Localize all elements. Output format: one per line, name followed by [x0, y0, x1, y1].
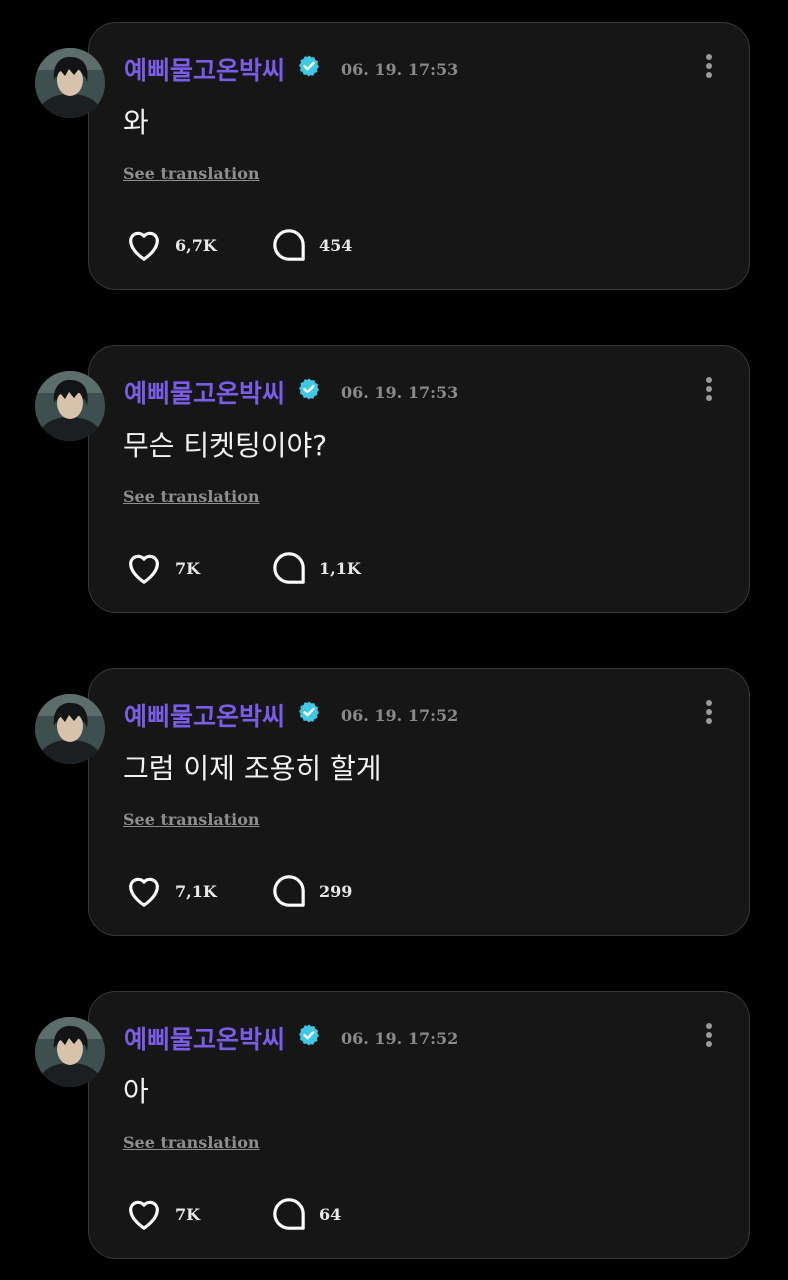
post-item: 예삐물고온박씨 06. 19. 17:53 무슨 티켓팅이야? See tran…	[0, 345, 788, 615]
like-button[interactable]: 6,7K	[123, 223, 217, 267]
heart-icon	[129, 1200, 159, 1230]
more-vertical-icon[interactable]	[699, 697, 719, 727]
post-item: 예삐물고온박씨 06. 19. 17:53 와 See translation …	[0, 22, 788, 292]
message-text: 아	[123, 1075, 149, 1108]
like-count: 7,1K	[175, 881, 217, 901]
verified-badge-icon	[299, 55, 319, 77]
post-card[interactable]: 예삐물고온박씨 06. 19. 17:53 무슨 티켓팅이야? See tran…	[88, 345, 750, 613]
verified-badge-icon	[299, 378, 319, 400]
avatar[interactable]	[35, 48, 105, 118]
more-vertical-icon[interactable]	[699, 374, 719, 404]
avatar[interactable]	[35, 1017, 105, 1087]
post-item: 예삐물고온박씨 06. 19. 17:52 아 See translation …	[0, 991, 788, 1261]
post-card[interactable]: 예삐물고온박씨 06. 19. 17:52 그럼 이제 조용히 할게 See t…	[88, 668, 750, 936]
reply-count: 1,1K	[319, 558, 361, 578]
comment-bubble-icon	[273, 875, 305, 907]
heart-icon	[129, 554, 159, 584]
message-text: 와	[123, 106, 149, 139]
like-count: 6,7K	[175, 235, 217, 255]
like-button[interactable]: 7K	[123, 1192, 200, 1236]
username[interactable]: 예삐물고온박씨	[124, 51, 285, 87]
username[interactable]: 예삐물고온박씨	[124, 374, 285, 410]
like-count: 7K	[175, 558, 201, 578]
reply-button[interactable]: 64	[269, 1192, 341, 1236]
comment-bubble-icon	[273, 229, 305, 261]
username[interactable]: 예삐물고온박씨	[124, 697, 285, 733]
message-text: 무슨 티켓팅이야?	[123, 429, 328, 462]
verified-badge-icon	[299, 1024, 319, 1046]
like-count: 7K	[175, 1204, 201, 1224]
see-translation-link[interactable]: See translation	[123, 487, 260, 506]
message-feed: 예삐물고온박씨 06. 19. 17:53 와 See translation …	[0, 0, 788, 1280]
post-timestamp: 06. 19. 17:52	[341, 1029, 459, 1048]
more-vertical-icon[interactable]	[699, 1020, 719, 1050]
reply-count: 454	[319, 235, 353, 255]
post-timestamp: 06. 19. 17:52	[341, 706, 459, 725]
username[interactable]: 예삐물고온박씨	[124, 1020, 285, 1056]
reply-button[interactable]: 1,1K	[269, 546, 361, 590]
more-vertical-icon[interactable]	[699, 51, 719, 81]
reply-button[interactable]: 299	[269, 869, 352, 913]
see-translation-link[interactable]: See translation	[123, 164, 260, 183]
comment-bubble-icon	[273, 1198, 305, 1230]
like-button[interactable]: 7K	[123, 546, 200, 590]
avatar[interactable]	[35, 371, 105, 441]
reply-count: 299	[319, 881, 353, 901]
post-card[interactable]: 예삐물고온박씨 06. 19. 17:52 아 See translation …	[88, 991, 750, 1259]
comment-bubble-icon	[273, 552, 305, 584]
like-button[interactable]: 7,1K	[123, 869, 217, 913]
post-card[interactable]: 예삐물고온박씨 06. 19. 17:53 와 See translation …	[88, 22, 750, 290]
heart-icon	[129, 877, 159, 907]
reply-button[interactable]: 454	[269, 223, 352, 267]
post-timestamp: 06. 19. 17:53	[341, 60, 459, 79]
avatar[interactable]	[35, 694, 105, 764]
verified-badge-icon	[299, 701, 319, 723]
reply-count: 64	[319, 1204, 342, 1224]
post-item: 예삐물고온박씨 06. 19. 17:52 그럼 이제 조용히 할게 See t…	[0, 668, 788, 938]
message-text: 그럼 이제 조용히 할게	[123, 752, 382, 785]
heart-icon	[129, 231, 159, 261]
see-translation-link[interactable]: See translation	[123, 810, 260, 829]
see-translation-link[interactable]: See translation	[123, 1133, 260, 1152]
post-timestamp: 06. 19. 17:53	[341, 383, 459, 402]
